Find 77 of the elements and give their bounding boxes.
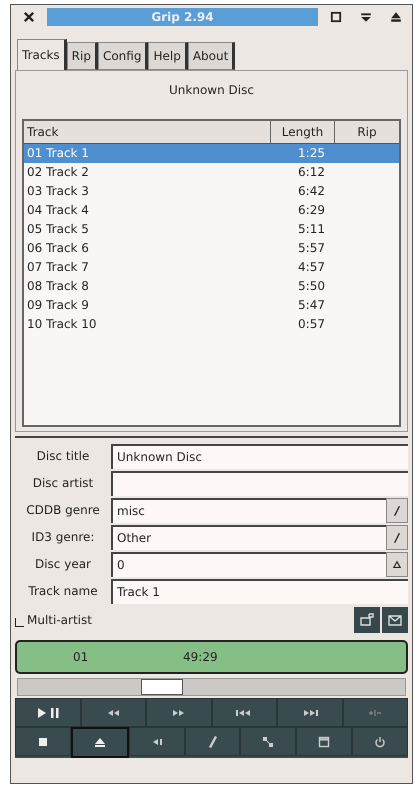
track-row[interactable]: 05 Track 5 5:11 bbox=[24, 220, 335, 239]
power-button[interactable] bbox=[352, 727, 408, 756]
track-title: 02 Track 2 bbox=[26, 164, 90, 181]
track-length: 4:57 bbox=[297, 259, 326, 276]
track-row[interactable]: 03 Track 3 6:42 bbox=[24, 182, 335, 201]
track-row[interactable]: 08 Track 8 5:50 bbox=[24, 277, 335, 296]
play-pause-icon bbox=[36, 706, 60, 718]
minimize-icon[interactable] bbox=[330, 11, 342, 23]
field-label: CDDB genre bbox=[25, 502, 101, 519]
track-row[interactable]: 07 Track 7 4:57 bbox=[24, 258, 335, 277]
input-field[interactable]: misc bbox=[111, 498, 386, 523]
track-length: 5:47 bbox=[297, 297, 326, 314]
track-length: 1:25 bbox=[297, 145, 326, 162]
track-length: 5:50 bbox=[297, 278, 326, 295]
field-label: Track name bbox=[27, 583, 99, 600]
slash-icon bbox=[393, 532, 401, 544]
position-slider[interactable] bbox=[17, 678, 406, 696]
track-title: 04 Track 4 bbox=[26, 202, 90, 219]
dropdown-button[interactable] bbox=[386, 525, 408, 550]
close-icon[interactable] bbox=[23, 11, 35, 23]
input-field[interactable]: 0 bbox=[111, 552, 386, 577]
tab[interactable]: Tracks bbox=[17, 39, 67, 70]
input-field[interactable] bbox=[111, 471, 408, 496]
track-row[interactable]: 04 Track 4 6:29 bbox=[24, 201, 335, 220]
track-title: 07 Track 7 bbox=[26, 259, 90, 276]
disc-heading: Unknown Disc bbox=[168, 82, 255, 99]
window-title: Grip 2.94 bbox=[47, 8, 318, 26]
input-field[interactable]: Other bbox=[111, 525, 386, 550]
track-number: 01 bbox=[73, 650, 90, 664]
up-arrow-icon bbox=[393, 558, 401, 570]
column-header[interactable]: Track bbox=[24, 121, 271, 143]
track-row[interactable]: 09 Track 9 5:47 bbox=[24, 296, 335, 315]
input-field[interactable]: Unknown Disc bbox=[111, 444, 408, 469]
tab[interactable]: Rip bbox=[66, 42, 98, 70]
column-header[interactable]: Rip bbox=[335, 121, 399, 143]
track-length: 0:57 bbox=[297, 316, 326, 333]
eject-button[interactable] bbox=[70, 727, 129, 758]
email-button[interactable] bbox=[382, 607, 408, 633]
track-row[interactable]: 02 Track 2 6:12 bbox=[24, 163, 335, 182]
track-title: 01 Track 1 bbox=[26, 145, 90, 162]
pencil-icon bbox=[208, 736, 216, 748]
tab[interactable]: Config bbox=[98, 42, 148, 70]
track-title: 09 Track 9 bbox=[26, 297, 90, 314]
time-display: 49:29 bbox=[183, 650, 218, 664]
shade-icon[interactable] bbox=[360, 11, 372, 23]
spin-button[interactable] bbox=[386, 552, 408, 577]
track-title: 06 Track 6 bbox=[26, 240, 90, 257]
track-title: 03 Track 3 bbox=[26, 183, 90, 200]
track-title: 08 Track 8 bbox=[26, 278, 90, 295]
track-length: 6:42 bbox=[297, 183, 326, 200]
submit-button[interactable] bbox=[354, 607, 380, 633]
track-length: 6:12 bbox=[297, 164, 326, 181]
track-row[interactable]: 10 Track 10 0:57 bbox=[24, 315, 335, 334]
track-title: 10 Track 10 bbox=[26, 316, 98, 333]
track-row[interactable]: 06 Track 6 5:57 bbox=[24, 239, 335, 258]
multi-artist-checkbox[interactable]: Multi-artist bbox=[15, 613, 352, 627]
field-label: ID3 genre: bbox=[30, 529, 96, 546]
field-label: Disc artist bbox=[32, 475, 94, 492]
play-pause-button[interactable] bbox=[15, 698, 80, 727]
track-title: 05 Track 5 bbox=[26, 221, 90, 238]
field-label: Disc title bbox=[36, 448, 90, 465]
tab[interactable]: About bbox=[188, 42, 236, 70]
tab[interactable]: Help bbox=[148, 42, 188, 70]
track-length: 5:57 bbox=[297, 240, 326, 257]
input-field[interactable]: Track 1 bbox=[111, 579, 408, 604]
track-length: 6:29 bbox=[297, 202, 326, 219]
slider-thumb[interactable] bbox=[141, 679, 184, 695]
shuffle-button[interactable] bbox=[240, 727, 296, 756]
stop-button[interactable] bbox=[15, 727, 71, 756]
slash-icon bbox=[393, 504, 401, 516]
envelope-icon bbox=[387, 613, 403, 627]
dropdown-button[interactable] bbox=[386, 498, 408, 523]
track-length: 5:11 bbox=[297, 221, 326, 238]
field-label: Disc year bbox=[34, 556, 92, 573]
window-button[interactable] bbox=[296, 727, 352, 756]
column-header[interactable]: Length bbox=[271, 121, 335, 143]
eject-icon[interactable] bbox=[390, 11, 402, 23]
